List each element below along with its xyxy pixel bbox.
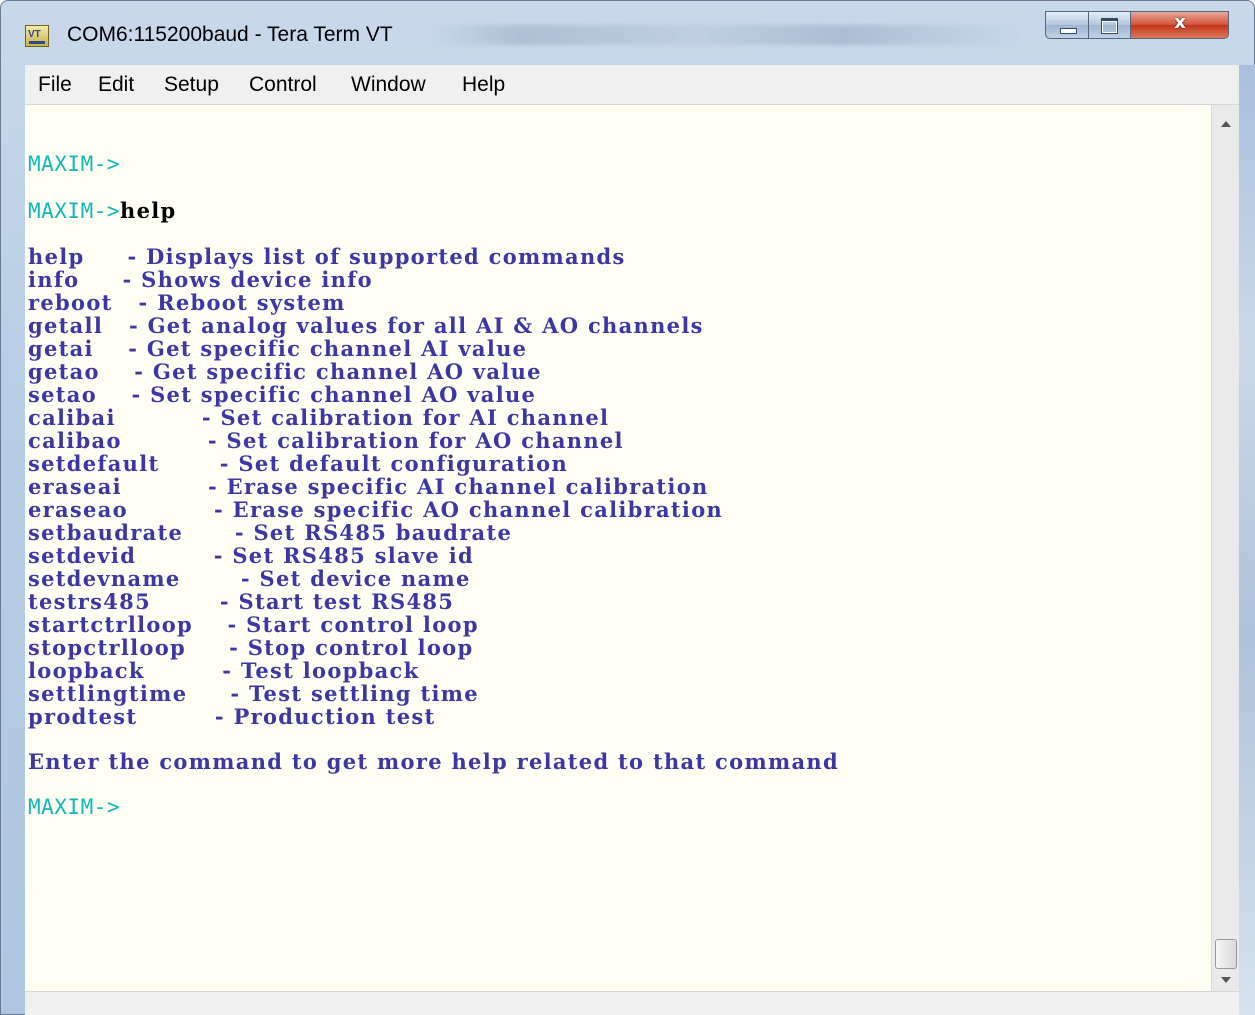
- menu-bar: File Edit Setup Control Window Help: [25, 65, 1239, 105]
- menu-window[interactable]: Window: [351, 73, 426, 97]
- menu-control[interactable]: Control: [249, 73, 317, 97]
- terminal-line-command: MAXIM->help: [28, 199, 177, 223]
- entered-command: help: [120, 198, 177, 223]
- minimize-button[interactable]: [1045, 11, 1089, 39]
- help-line-eraseao: eraseao - Erase specific AO channel cali…: [28, 497, 724, 522]
- prompt-text: MAXIM->: [28, 795, 121, 819]
- close-icon: x: [1174, 12, 1186, 33]
- help-line-getao: getao - Get specific channel AO value: [28, 359, 542, 384]
- menu-setup[interactable]: Setup: [164, 73, 219, 97]
- terminal-line-prompt-final: MAXIM->: [28, 795, 120, 819]
- help-line-setao: setao - Set specific channel AO value: [28, 382, 537, 407]
- maximize-button[interactable]: [1089, 11, 1131, 39]
- scroll-up-icon[interactable]: [1221, 121, 1231, 127]
- tera-term-window: COM6:115200baud - Tera Term VT x File Ed…: [0, 0, 1255, 1015]
- scroll-thumb[interactable]: [1215, 939, 1237, 969]
- prompt-text: MAXIM->: [28, 199, 121, 223]
- help-line-prodtest: prodtest - Production test: [28, 704, 436, 729]
- help-line-stopctrlloop: stopctrlloop - Stop control loop: [28, 635, 474, 660]
- help-line-getall: getall - Get analog values for all AI & …: [28, 313, 704, 338]
- window-bottom-frame: [25, 991, 1239, 1015]
- help-line-calibao: calibao - Set calibration for AO channel: [28, 428, 624, 453]
- menu-help[interactable]: Help: [462, 73, 505, 97]
- help-line-testrs485: testrs485 - Start test RS485: [28, 589, 455, 614]
- terminal-output[interactable]: MAXIM-> MAXIM->help help - Displays list…: [25, 105, 1211, 991]
- help-line-info: info - Shows device info: [28, 267, 373, 292]
- tera-term-app-icon[interactable]: [25, 25, 49, 47]
- help-line-startctrlloop: startctrlloop - Start control loop: [28, 612, 479, 637]
- menu-edit[interactable]: Edit: [98, 73, 134, 97]
- vertical-scrollbar[interactable]: [1211, 105, 1239, 991]
- help-line-loopback: loopback - Test loopback: [28, 658, 420, 683]
- terminal-line-prompt: MAXIM->: [28, 152, 120, 176]
- help-line-setdevname: setdevname - Set device name: [28, 566, 471, 591]
- window-right-frame: [1239, 65, 1255, 1015]
- prompt-text: MAXIM->: [28, 152, 121, 176]
- help-line-setbaudrate: setbaudrate - Set RS485 baudrate: [28, 520, 513, 545]
- window-title: COM6:115200baud - Tera Term VT: [67, 23, 393, 46]
- help-line-getai: getai - Get specific channel AI value: [28, 336, 528, 361]
- help-line-eraseai: eraseai - Erase specific AI channel cali…: [28, 474, 709, 499]
- help-footer: Enter the command to get more help relat…: [28, 749, 839, 774]
- minimize-icon: [1060, 28, 1077, 34]
- help-line-settlingtime: settlingtime - Test settling time: [28, 681, 479, 706]
- menu-file[interactable]: File: [38, 73, 72, 97]
- close-button[interactable]: x: [1131, 11, 1229, 39]
- title-bar[interactable]: COM6:115200baud - Tera Term VT x: [1, 1, 1254, 63]
- help-line-calibai: calibai - Set calibration for AI channel: [28, 405, 610, 430]
- scroll-down-icon[interactable]: [1221, 977, 1231, 983]
- help-line-help: help - Displays list of supported comman…: [28, 244, 626, 269]
- titlebar-glass-blur: [431, 25, 1021, 45]
- help-line-setdevid: setdevid - Set RS485 slave id: [28, 543, 474, 568]
- maximize-icon: [1101, 18, 1118, 34]
- help-line-setdefault: setdefault - Set default configuration: [28, 451, 569, 476]
- help-line-reboot: reboot - Reboot system: [28, 290, 346, 315]
